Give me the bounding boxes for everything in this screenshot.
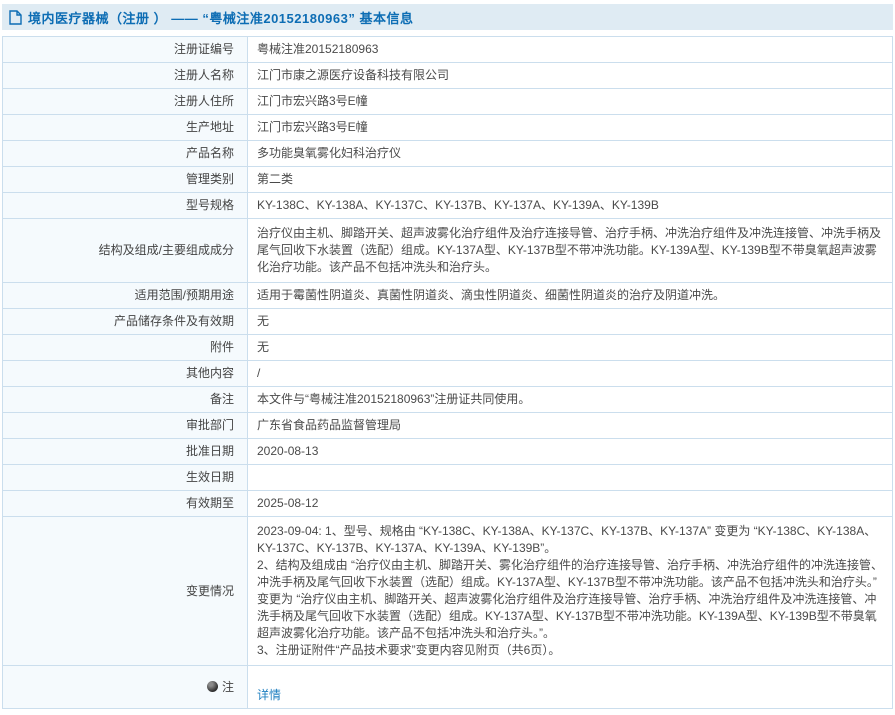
row-registration-number: 注册证编号 粤械注准20152180963	[3, 37, 893, 63]
row-label: 变更情况	[3, 517, 248, 666]
row-label: 注	[3, 666, 248, 709]
row-value: 无	[248, 309, 893, 335]
row-value: 粤械注准20152180963	[248, 37, 893, 63]
note-circle-icon	[207, 681, 218, 692]
page-header: 境内医疗器械（注册 ） —— “粤械注准20152180963” 基本信息	[2, 4, 893, 30]
row-structure-composition: 结构及组成/主要组成成分 治疗仪由主机、脚踏开关、超声波雾化治疗组件及治疗连接导…	[3, 219, 893, 283]
row-label: 其他内容	[3, 361, 248, 387]
row-label: 有效期至	[3, 491, 248, 517]
row-intended-use: 适用范围/预期用途 适用于霉菌性阴道炎、真菌性阴道炎、滴虫性阴道炎、细菌性阴道炎…	[3, 283, 893, 309]
row-remarks: 备注 本文件与“粤械注准20152180963”注册证共同使用。	[3, 387, 893, 413]
row-effective-date: 生效日期	[3, 465, 893, 491]
row-value: 2025-08-12	[248, 491, 893, 517]
row-label: 产品储存条件及有效期	[3, 309, 248, 335]
row-label: 产品名称	[3, 141, 248, 167]
row-label: 注册人名称	[3, 63, 248, 89]
details-link[interactable]: 详情	[257, 688, 281, 702]
row-note: 注 详情	[3, 666, 893, 709]
row-value: /	[248, 361, 893, 387]
row-value: 无	[248, 335, 893, 361]
medical-device-registration-page: 境内医疗器械（注册 ） —— “粤械注准20152180963” 基本信息 注册…	[0, 0, 895, 715]
row-value: 适用于霉菌性阴道炎、真菌性阴道炎、滴虫性阴道炎、细菌性阴道炎的治疗及阴道冲洗。	[248, 283, 893, 309]
row-value: 江门市康之源医疗设备科技有限公司	[248, 63, 893, 89]
row-value: 2023-09-04: 1、型号、规格由 “KY-138C、KY-138A、KY…	[248, 517, 893, 666]
row-registrant-address: 注册人住所 江门市宏兴路3号E幢	[3, 89, 893, 115]
row-other-content: 其他内容 /	[3, 361, 893, 387]
row-value: 第二类	[248, 167, 893, 193]
row-value: 广东省食品药品监督管理局	[248, 413, 893, 439]
row-label: 附件	[3, 335, 248, 361]
row-label: 注册人住所	[3, 89, 248, 115]
row-value: 多功能臭氧雾化妇科治疗仪	[248, 141, 893, 167]
row-label: 审批部门	[3, 413, 248, 439]
row-value: 详情	[248, 666, 893, 709]
row-label: 注册证编号	[3, 37, 248, 63]
document-icon	[9, 10, 22, 25]
row-label: 生效日期	[3, 465, 248, 491]
row-production-address: 生产地址 江门市宏兴路3号E幢	[3, 115, 893, 141]
row-label: 结构及组成/主要组成成分	[3, 219, 248, 283]
row-model-spec: 型号规格 KY-138C、KY-138A、KY-137C、KY-137B、KY-…	[3, 193, 893, 219]
registration-info-table: 注册证编号 粤械注准20152180963 注册人名称 江门市康之源医疗设备科技…	[2, 36, 893, 709]
row-storage-conditions: 产品储存条件及有效期 无	[3, 309, 893, 335]
row-registrant-name: 注册人名称 江门市康之源医疗设备科技有限公司	[3, 63, 893, 89]
row-value: 本文件与“粤械注准20152180963”注册证共同使用。	[248, 387, 893, 413]
row-approval-date: 批准日期 2020-08-13	[3, 439, 893, 465]
note-label: 注	[222, 680, 234, 694]
row-label: 适用范围/预期用途	[3, 283, 248, 309]
row-product-name: 产品名称 多功能臭氧雾化妇科治疗仪	[3, 141, 893, 167]
row-label: 生产地址	[3, 115, 248, 141]
row-label: 备注	[3, 387, 248, 413]
row-attachments: 附件 无	[3, 335, 893, 361]
row-value: 江门市宏兴路3号E幢	[248, 115, 893, 141]
row-value: KY-138C、KY-138A、KY-137C、KY-137B、KY-137A、…	[248, 193, 893, 219]
row-value: 治疗仪由主机、脚踏开关、超声波雾化治疗组件及治疗连接导管、治疗手柄、冲洗治疗组件…	[248, 219, 893, 283]
row-valid-until: 有效期至 2025-08-12	[3, 491, 893, 517]
row-label: 管理类别	[3, 167, 248, 193]
row-management-category: 管理类别 第二类	[3, 167, 893, 193]
row-value: 江门市宏兴路3号E幢	[248, 89, 893, 115]
row-label: 批准日期	[3, 439, 248, 465]
page-title: 境内医疗器械（注册 ） —— “粤械注准20152180963” 基本信息	[28, 8, 413, 27]
row-value: 2020-08-13	[248, 439, 893, 465]
row-value	[248, 465, 893, 491]
row-change-history: 变更情况 2023-09-04: 1、型号、规格由 “KY-138C、KY-13…	[3, 517, 893, 666]
row-label: 型号规格	[3, 193, 248, 219]
row-approval-department: 审批部门 广东省食品药品监督管理局	[3, 413, 893, 439]
